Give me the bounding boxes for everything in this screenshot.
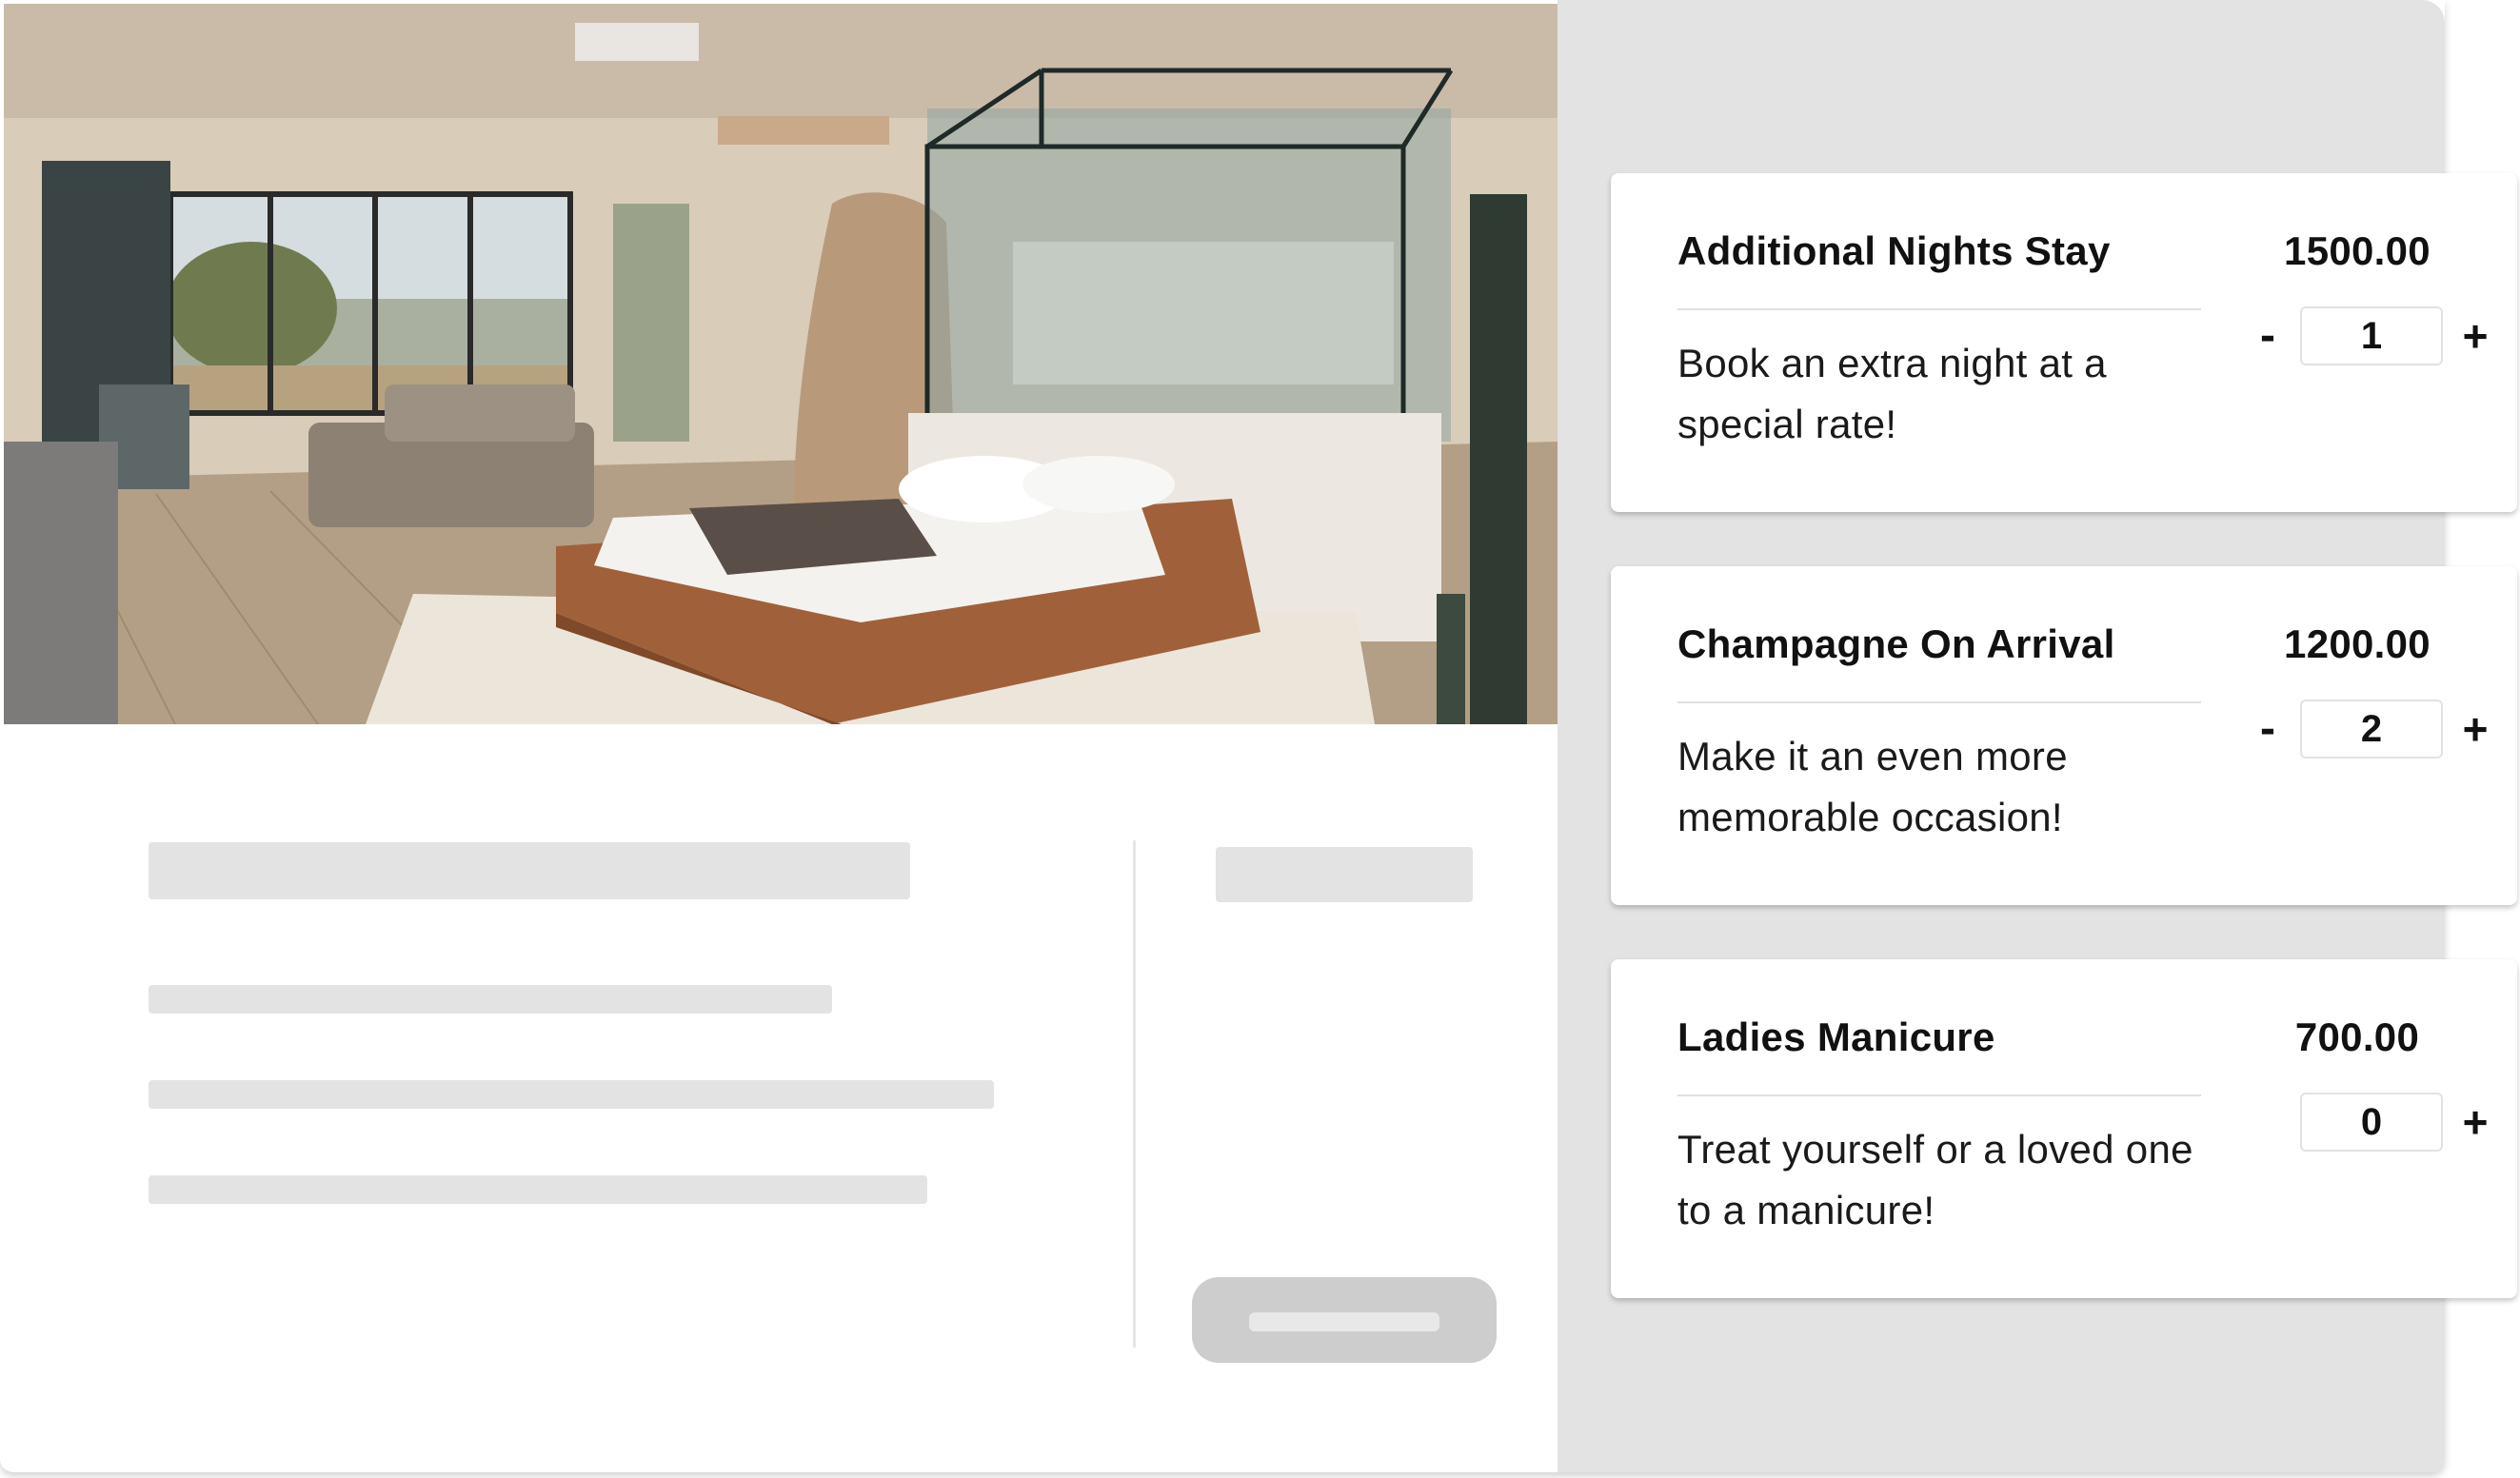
room-photo bbox=[4, 4, 1558, 724]
price-placeholder bbox=[1216, 847, 1473, 902]
extra-price: 700.00 bbox=[2294, 1015, 2420, 1059]
increment-button[interactable]: + bbox=[2456, 1098, 2494, 1148]
extra-description: Make it an even more memorable occasion! bbox=[1677, 734, 2068, 839]
quantity-input[interactable] bbox=[2300, 1093, 2443, 1152]
extra-title: Additional Nights Stay bbox=[1677, 228, 2111, 273]
card-divider bbox=[1677, 701, 2201, 703]
extra-title: Ladies Manicure bbox=[1677, 1015, 1995, 1059]
decrement-button[interactable]: - bbox=[2251, 705, 2285, 755]
content-divider bbox=[1133, 840, 1136, 1348]
text-line-placeholder bbox=[149, 985, 832, 1014]
extra-description: Book an extra night at a special rate! bbox=[1677, 341, 2107, 446]
card-divider bbox=[1677, 308, 2201, 310]
card-divider bbox=[1677, 1094, 2201, 1096]
title-placeholder bbox=[149, 842, 910, 899]
quantity-input[interactable] bbox=[2300, 700, 2443, 759]
extra-description: Treat yourself or a loved one to a manic… bbox=[1677, 1127, 2193, 1232]
button-label-placeholder bbox=[1249, 1312, 1439, 1331]
extra-title: Champagne On Arrival bbox=[1677, 621, 2115, 666]
book-button-placeholder[interactable] bbox=[1192, 1277, 1497, 1363]
text-line-placeholder bbox=[149, 1175, 927, 1204]
extra-card-additional-nights: Additional Nights Stay Book an extra nig… bbox=[1611, 173, 2517, 512]
quantity-input[interactable] bbox=[2300, 306, 2443, 365]
extra-card-champagne: Champagne On Arrival Make it an even mor… bbox=[1611, 566, 2517, 905]
increment-button[interactable]: + bbox=[2456, 705, 2494, 755]
increment-button[interactable]: + bbox=[2456, 312, 2494, 362]
text-line-placeholder bbox=[149, 1080, 994, 1109]
extra-price: 1500.00 bbox=[2284, 228, 2431, 273]
extra-card-manicure: Ladies Manicure Treat yourself or a love… bbox=[1611, 959, 2517, 1298]
extra-price: 1200.00 bbox=[2284, 621, 2431, 666]
decrement-button[interactable]: - bbox=[2251, 312, 2285, 362]
